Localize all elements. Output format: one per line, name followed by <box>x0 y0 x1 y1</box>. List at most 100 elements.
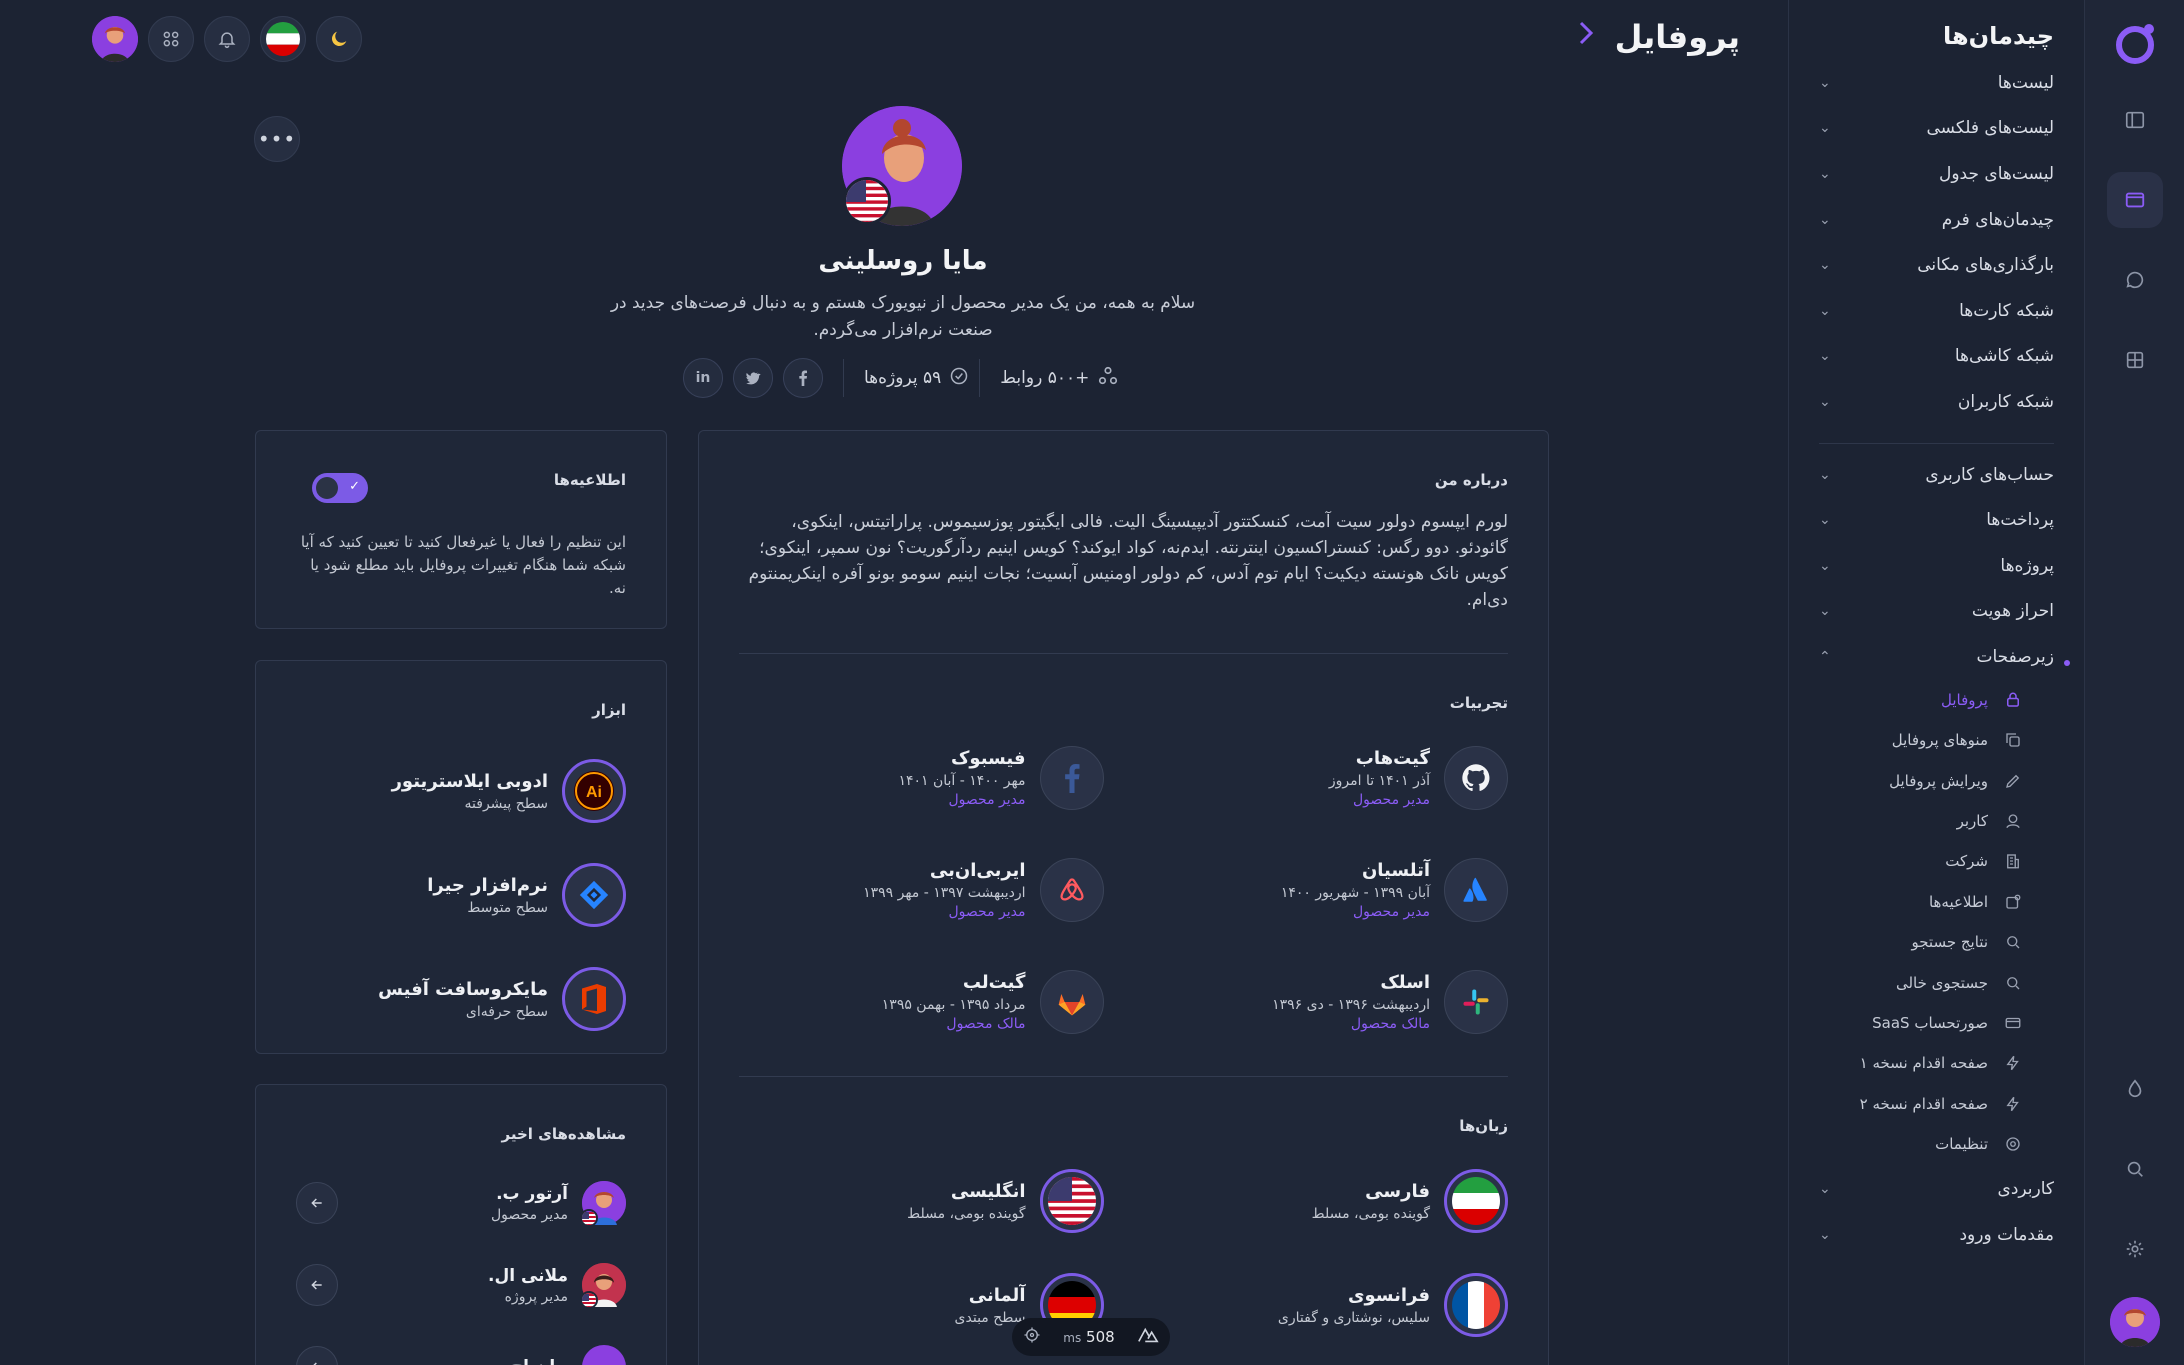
sidebar-subitem-label: صفحه اقدام نسخه ۲ <box>1859 1094 1988 1113</box>
recent-views-title: مشاهده‌های اخیر <box>501 1125 626 1143</box>
sidebar-subitem-settings[interactable]: تنظیمات <box>1819 1124 2040 1164</box>
moon-icon[interactable] <box>316 16 362 62</box>
sidebar-item-auth[interactable]: احراز هویت ⌄ <box>1819 589 2054 635</box>
sidebar-subitem-action-v2[interactable]: صفحه اقدام نسخه ۲ <box>1819 1084 2040 1124</box>
performance-indicator: ms 508 <box>1012 1318 1170 1356</box>
sidebar-item-form-layouts[interactable]: چیدمان‌های فرم ⌄ <box>1819 197 2054 243</box>
sidebar-item-utility[interactable]: کاربردی ⌄ <box>1819 1166 2054 1212</box>
sidebar-subitem-action-v1[interactable]: صفحه اقدام نسخه ۱ <box>1819 1043 2040 1083</box>
slack-icon <box>1444 970 1508 1034</box>
sidebar-item-placeholders[interactable]: بارگذاری‌های مکانی ⌄ <box>1819 242 2054 288</box>
sidebar-subitem-label: پروفایل <box>1941 690 1988 709</box>
sidebar-item-table-lists[interactable]: لیست‌های جدول ⌄ <box>1819 151 2054 197</box>
us-flag-icon <box>843 177 891 225</box>
language-level: گوینده بومی، مسلط <box>1311 1205 1430 1222</box>
arrow-left-icon[interactable] <box>296 1182 338 1224</box>
sidebar-item-user-grid[interactable]: شبکه کاربران ⌄ <box>1819 379 2054 425</box>
experience-item: ایربی‌ان‌بی اردیبهشت ۱۳۹۷ - مهر ۱۳۹۹ مدی… <box>739 858 1104 922</box>
sidebar-item-label: چیدمان‌های فرم <box>1941 209 2054 230</box>
us-flag-icon <box>1039 1169 1104 1233</box>
grid-icon[interactable] <box>2107 332 2163 388</box>
sidebar-item-onboarding[interactable]: مقدمات ورود ⌄ <box>1819 1212 2054 1258</box>
avatar[interactable] <box>2109 1297 2160 1347</box>
experience-role: مدیر محصول <box>1353 904 1430 920</box>
sidebar-item-card-grid[interactable]: شبکه کارت‌ها ⌄ <box>1819 288 2054 334</box>
experience-date: مرداد ۱۳۹۵ - بهمن ۱۳۹۵ <box>881 997 1026 1013</box>
sidebar-subitem-saas-billing[interactable]: صورتحساب SaaS <box>1819 1003 2040 1043</box>
sidebar-item-flex-lists[interactable]: لیست‌های فلکسی ⌄ <box>1819 106 2054 152</box>
tools-title: ابزار <box>592 701 626 719</box>
sidebar-item-payments[interactable]: پرداخت‌ها ⌄ <box>1819 497 2054 543</box>
facebook-icon <box>1039 746 1104 810</box>
sidebar-item-projects[interactable]: پروژه‌ها ⌄ <box>1819 543 2054 589</box>
facebook-icon[interactable] <box>783 358 823 398</box>
recent-views-card: مشاهده‌های اخیر آرتور ب. مدیر محصول ملان… <box>255 1084 667 1365</box>
crosshair-icon[interactable] <box>1023 1326 1041 1348</box>
logo-icon[interactable] <box>2112 20 2158 66</box>
chevron-right-icon[interactable] <box>1575 18 1597 56</box>
sidebar-subitem-profile[interactable]: پروفایل <box>1819 680 2040 720</box>
chat-icon[interactable] <box>2107 252 2163 308</box>
language-level: گوینده بومی، مسلط <box>907 1205 1026 1222</box>
us-flag-icon <box>580 1209 598 1227</box>
avatar[interactable] <box>92 16 138 62</box>
recent-viewer[interactable]: جان اچ. <box>296 1345 626 1365</box>
viewer-name: ملانی ال. <box>488 1265 568 1286</box>
search-icon <box>2002 972 2024 994</box>
experience-item: آتلسیان آبان ۱۳۹۹ - شهریور ۱۴۰۰ مدیر محص… <box>1144 858 1508 922</box>
avatar <box>582 1345 626 1365</box>
tools-card: ابزار Ai ادوبی ایلاستریتور سطح پیشرفته ن… <box>255 660 667 1054</box>
language-flag-icon[interactable] <box>260 16 306 62</box>
sidebar-subitem-empty-search[interactable]: جستجوی خالی <box>1819 962 2040 1002</box>
bell-icon[interactable] <box>204 16 250 62</box>
linkedin-icon[interactable]: in <box>683 358 723 398</box>
sidebar-subitem-profile-menus[interactable]: منوهای پروفایل <box>1819 720 2040 760</box>
active-dot <box>2064 660 2070 666</box>
sidebar-subitem-label: تنظیمات <box>1935 1135 1988 1154</box>
sidebar-item-subpages[interactable]: زیرصفحات ⌃ <box>1819 634 2054 680</box>
nuxt-icon[interactable] <box>1137 1326 1159 1348</box>
sidebar-item-accounts[interactable]: حساب‌های کاربری ⌄ <box>1819 452 2054 498</box>
sidebar-item-lists[interactable]: لیست‌ها ⌄ <box>1819 60 2054 106</box>
perf-unit: ms <box>1063 1331 1082 1345</box>
arrow-left-icon[interactable] <box>296 1346 338 1365</box>
building-icon <box>2002 850 2024 872</box>
search-icon[interactable] <box>2107 1141 2163 1197</box>
notifications-toggle[interactable]: ✓ <box>312 473 368 503</box>
airbnb-icon <box>1039 858 1104 922</box>
layout-icon[interactable] <box>2106 172 2163 228</box>
recent-viewer[interactable]: ملانی ال. مدیر پروژه <box>296 1263 626 1309</box>
atlassian-icon <box>1444 858 1508 922</box>
gear-icon[interactable] <box>2107 1221 2163 1277</box>
experience-item: فیسبوک مهر ۱۴۰۰ - آبان ۱۴۰۱ مدیر محصول <box>739 746 1104 810</box>
sidebar-subitem-edit-profile[interactable]: ویرایش پروفایل <box>1819 761 2040 801</box>
drop-icon[interactable] <box>2107 1061 2163 1117</box>
iran-flag-icon <box>1444 1169 1508 1233</box>
page-title-text: پروفایل <box>1614 18 1740 56</box>
experience-role: مالک محصول <box>946 1016 1026 1032</box>
page-title: پروفایل <box>1575 18 1740 56</box>
experiences-list: گیت‌هاب آذر ۱۴۰۱ تا امروز مدیر محصول فیس… <box>739 746 1508 1034</box>
connections-icon <box>1097 365 1119 392</box>
sidebar-item-label: بارگذاری‌های مکانی <box>1917 255 2054 276</box>
chevron-down-icon: ⌄ <box>1819 603 1831 620</box>
sidebar-item-tile-grid[interactable]: شبکه کاشی‌ها ⌄ <box>1819 334 2054 380</box>
sidebar-item-label: حساب‌های کاربری <box>1925 464 2054 485</box>
sidebar-icon[interactable] <box>2107 92 2163 148</box>
divider <box>843 359 844 397</box>
sidebar-subitem-search-results[interactable]: نتایج جستجو <box>1819 922 2040 962</box>
tool-item: نرم‌افزار جیرا سطح متوسط <box>296 863 626 927</box>
tool-level: سطح متوسط <box>467 899 548 916</box>
perf-value: 508 <box>1086 1328 1115 1346</box>
recent-viewer[interactable]: آرتور ب. مدیر محصول <box>296 1181 626 1227</box>
sidebar-subitem-user[interactable]: کاربر <box>1819 801 2040 841</box>
sidebar-item-label: شبکه کارت‌ها <box>1959 300 2054 321</box>
sidebar-subitem-notifications[interactable]: اطلاعیه‌ها <box>1819 882 2040 922</box>
arrow-left-icon[interactable] <box>296 1264 338 1306</box>
twitter-icon[interactable] <box>733 358 773 398</box>
more-options-button[interactable]: ••• <box>254 116 300 162</box>
apps-icon[interactable] <box>148 16 194 62</box>
experience-date: اردیبهشت ۱۳۹۷ - مهر ۱۳۹۹ <box>863 885 1026 901</box>
sidebar-subitem-company[interactable]: شرکت <box>1819 841 2040 881</box>
us-flag-icon <box>580 1291 598 1309</box>
